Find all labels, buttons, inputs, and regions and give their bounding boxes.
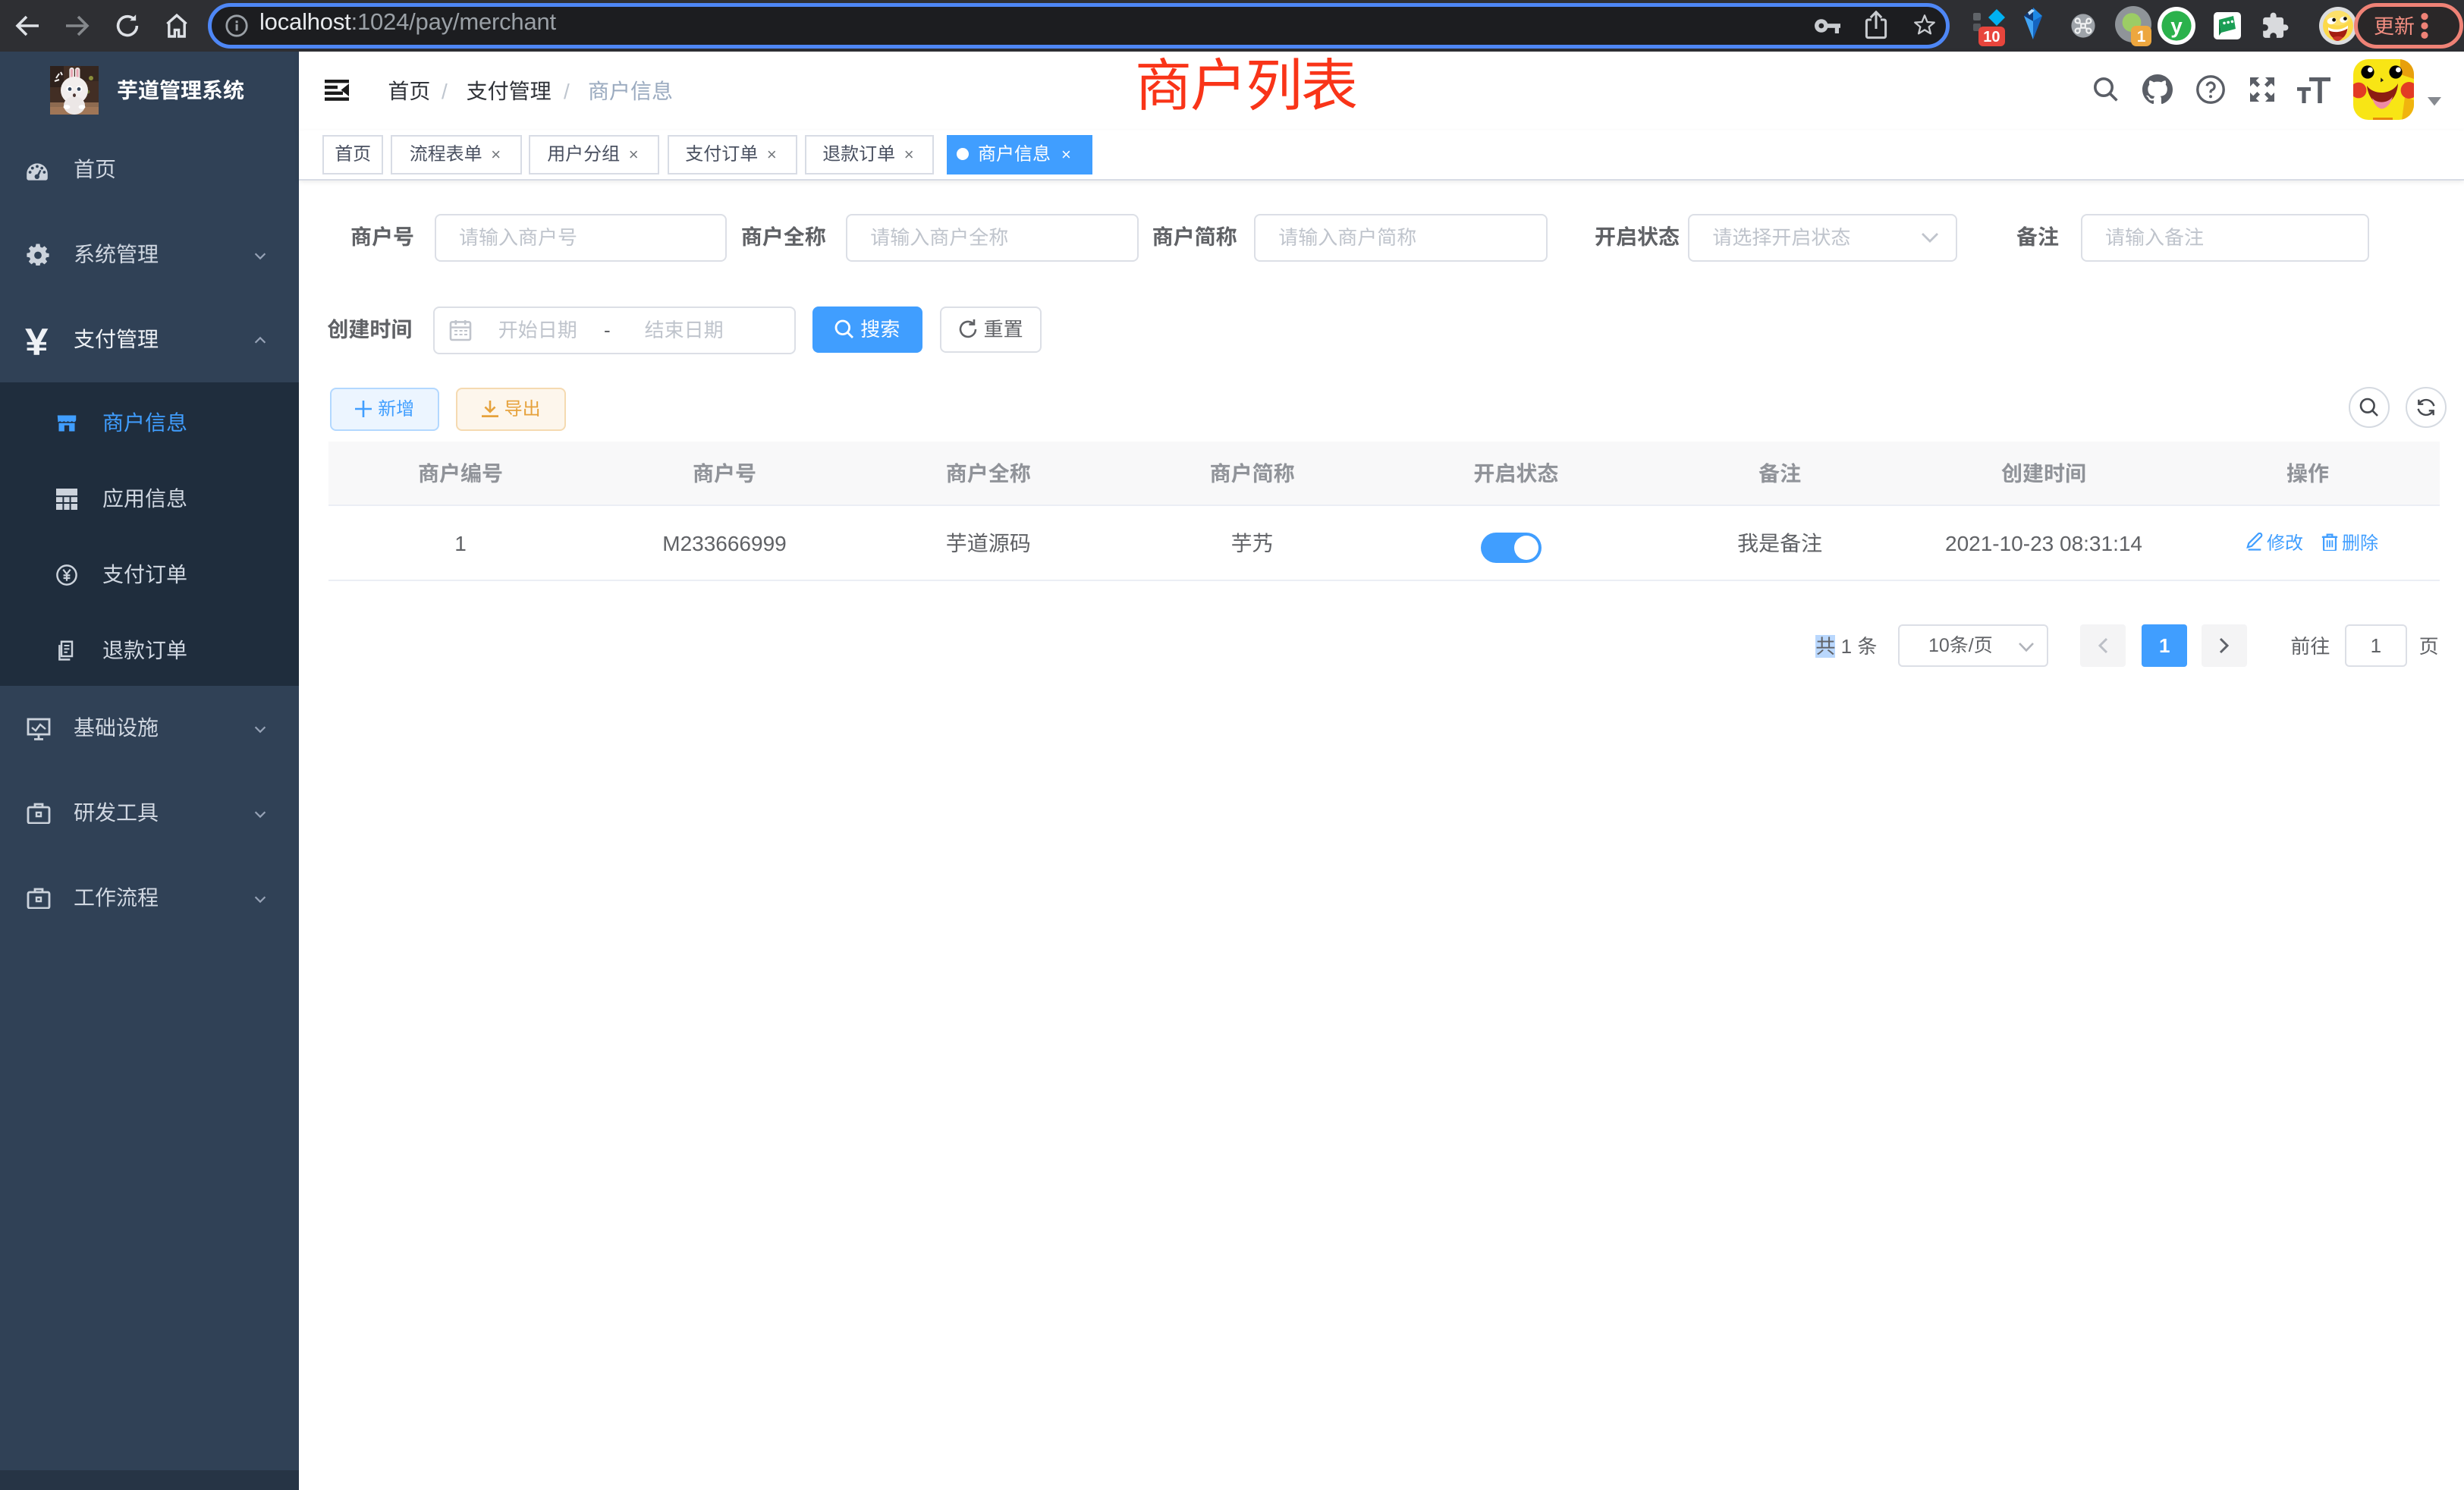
svg-text:y: y [2170,14,2183,38]
svg-text:1: 1 [2137,28,2146,46]
svg-text:10: 10 [1983,29,2000,46]
